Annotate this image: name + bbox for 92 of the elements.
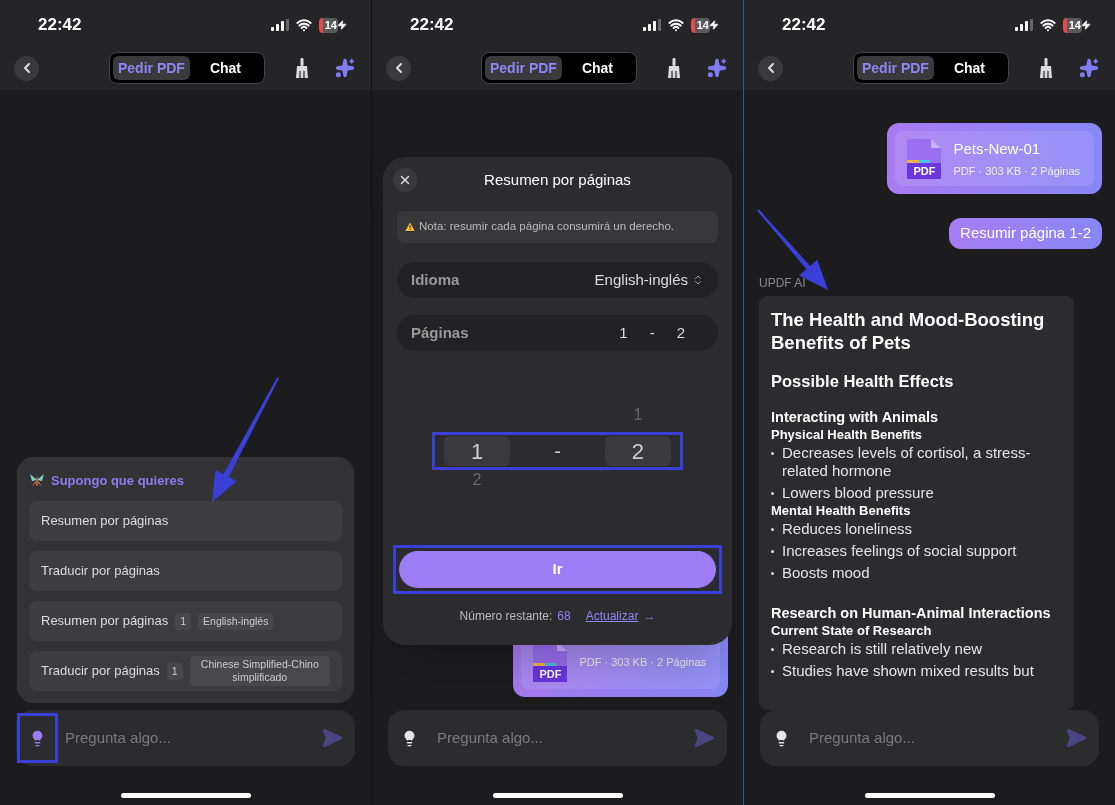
range-dash: - <box>649 322 655 343</box>
suggestion-item[interactable]: Resumen por páginas <box>29 501 342 541</box>
bullet-text: Boosts mood <box>782 564 870 582</box>
segment-tab[interactable]: Pedir PDF <box>113 56 190 80</box>
language-tag: English-inglés <box>198 612 274 630</box>
suggestion-label: Resumen por páginas <box>41 612 169 631</box>
suggestion-item[interactable]: Traducir por páginas <box>29 551 342 591</box>
broom-icon[interactable] <box>295 58 309 78</box>
wifi-icon <box>295 17 312 33</box>
message-input[interactable]: Pregunta algo... <box>65 726 321 750</box>
segment-tab[interactable]: Pedir PDF <box>857 56 934 80</box>
language-tag: Chinese Simplified-Chino simplificado <box>189 656 330 686</box>
segment-tab[interactable]: Chat <box>189 56 262 80</box>
battery-level: 14 <box>690 17 710 33</box>
remaining-label: Número restante: <box>459 608 553 625</box>
battery-level: 14 <box>1062 17 1082 33</box>
charging-bolt-icon <box>337 20 347 30</box>
back-button[interactable] <box>386 55 411 81</box>
wifi-icon <box>667 17 684 33</box>
charging-bolt-icon <box>709 20 719 30</box>
response-heading: The Health and Mood-Boosting Benefits of Pets <box>771 308 1046 354</box>
picker-ghost-value: 2 <box>471 470 483 490</box>
page-count: 1 <box>166 662 183 680</box>
signal-icon <box>642 19 661 31</box>
page-range-picker[interactable]: 1 - 2 <box>432 432 683 470</box>
wifi-icon <box>1039 17 1056 33</box>
segment-tab[interactable]: Chat <box>561 56 634 80</box>
response-heading: Possible Health Effects <box>771 371 955 392</box>
segment-tab[interactable]: Pedir PDF <box>485 56 562 80</box>
suggestion-label: Traducir por páginas <box>41 662 160 681</box>
bullet-text: Lowers blood pressure <box>782 484 934 502</box>
butterfly-icon <box>29 472 45 488</box>
suggestion-title: Supongo que quieres <box>51 471 184 490</box>
picker-ghost-value: 1 <box>632 405 644 425</box>
response-heading: Current State of Research <box>771 622 933 639</box>
response-heading: Interacting with Animals <box>771 408 940 426</box>
bullet-text: Studies have shown mixed results but <box>782 662 1034 680</box>
message-field[interactable]: Pregunta algo... <box>388 710 727 766</box>
suggestion-item[interactable]: Resumen por páginas 1 English-inglés <box>29 601 342 641</box>
picker-to-value[interactable]: 2 <box>605 436 671 466</box>
back-button[interactable] <box>758 55 783 81</box>
status-time: 22:42 <box>782 14 826 37</box>
response-heading: Mental Health Benefits <box>771 502 912 519</box>
user-message: Resumir página 1-2 <box>949 218 1102 249</box>
link-arrow: → <box>643 608 656 625</box>
status-time: 22:42 <box>38 14 82 37</box>
message-field[interactable]: Pregunta algo... <box>16 710 355 766</box>
sender-label: UPDF AI <box>759 275 807 292</box>
page-from[interactable]: 1 <box>619 321 628 345</box>
bullet-text: Increases feelings of social support <box>782 542 1017 560</box>
language-label: Idioma <box>411 269 460 290</box>
broom-icon[interactable] <box>667 58 681 78</box>
signal-icon <box>1014 19 1033 31</box>
close-icon <box>398 173 412 187</box>
segment-tab[interactable]: Chat <box>933 56 1006 80</box>
response-heading: Research on Human-Animal Interactions <box>771 604 1052 622</box>
picker-dash: - <box>554 439 561 464</box>
status-time: 22:42 <box>410 14 454 37</box>
file-meta: PDF · 303 KB · 2 Páginas <box>579 654 706 670</box>
message-field[interactable]: Pregunta algo... <box>760 710 1099 766</box>
picker-from-value[interactable]: 1 <box>444 436 510 466</box>
message-input[interactable]: Pregunta algo... <box>809 726 1065 750</box>
sparkle-icon[interactable] <box>335 58 355 78</box>
file-type-badge: PDF <box>533 666 568 682</box>
response-heading: Physical Health Benefits <box>771 426 923 443</box>
pages-label: Páginas <box>411 322 469 343</box>
bullet-text: Decreases levels of cortisol, a stress-related hormone <box>782 444 1032 480</box>
close-button[interactable] <box>393 168 417 192</box>
broom-icon[interactable] <box>1039 58 1053 78</box>
document-icon <box>907 138 942 163</box>
upgrade-link[interactable]: Actualizar <box>585 607 639 625</box>
file-name: Pets-New-01 <box>953 139 1042 159</box>
bullet-text: Research is still relatively new <box>782 640 983 658</box>
battery-level: 14 <box>318 17 338 33</box>
charging-bolt-icon <box>1081 20 1091 30</box>
bullet-text: Reduces loneliness <box>782 520 913 538</box>
file-meta: PDF · 303 KB · 2 Páginas <box>953 163 1080 179</box>
back-button[interactable] <box>14 55 39 81</box>
warning-icon <box>404 221 416 233</box>
up-down-chevron-icon <box>692 274 704 286</box>
message-input[interactable]: Pregunta algo... <box>437 726 693 750</box>
remaining-count: 68 <box>557 608 571 625</box>
page-count: 1 <box>175 612 192 630</box>
dialog-title: Resumen por páginas <box>484 169 631 190</box>
page-to[interactable]: 2 <box>676 321 685 345</box>
language-select[interactable]: English-inglés <box>594 268 704 292</box>
signal-icon <box>270 19 289 31</box>
sparkle-icon[interactable] <box>1079 58 1099 78</box>
sparkle-icon[interactable] <box>707 58 727 78</box>
suggestion-item[interactable]: Traducir por páginas 1 Chinese Simplified-Chino simplificado <box>29 651 342 691</box>
note-text: Nota: resumir cada página consumirá un derecho. <box>419 219 675 235</box>
file-card[interactable]: PDF Pets-New-01 PDF · 303 KB · 2 Páginas <box>887 123 1102 194</box>
